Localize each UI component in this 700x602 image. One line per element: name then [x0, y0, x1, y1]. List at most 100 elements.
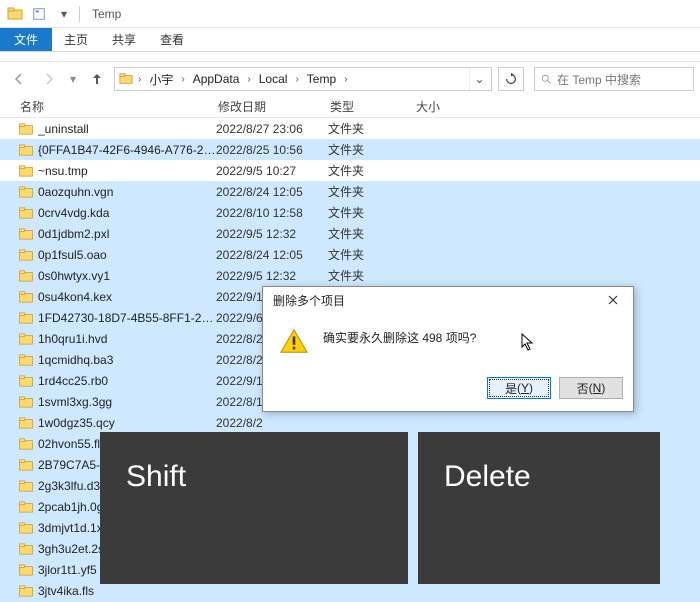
- key-overlay-delete: Delete: [418, 432, 660, 584]
- breadcrumb-seg-2[interactable]: Local›: [254, 68, 302, 90]
- table-row[interactable]: 0d1jdbm2.pxl2022/9/5 12:32文件夹: [0, 223, 700, 244]
- dialog-title: 删除多个项目: [273, 292, 345, 309]
- folder-icon: [18, 142, 34, 158]
- key-overlay-shift-label: Shift: [126, 460, 186, 494]
- file-date: 2022/8/27 23:06: [216, 122, 328, 136]
- folder-icon: [18, 499, 34, 515]
- search-placeholder: 在 Temp 中搜索: [557, 71, 641, 88]
- file-name: 1w0dgz35.qcy: [38, 416, 216, 430]
- file-type: 文件夹: [328, 267, 414, 284]
- search-box[interactable]: 在 Temp 中搜索: [534, 67, 694, 91]
- folder-icon: [18, 163, 34, 179]
- key-overlay-shift: Shift: [100, 432, 408, 584]
- nav-back-button[interactable]: [6, 66, 32, 92]
- file-date: 2022/8/10 12:58: [216, 206, 328, 220]
- address-bar[interactable]: › 小宇› AppData› Local› Temp› ⌄: [114, 67, 492, 91]
- ribbon-file-tab[interactable]: 文件: [0, 28, 52, 51]
- quick-access-toolbar: ▾: [28, 3, 75, 25]
- nav-recent-dropdown[interactable]: ▾: [66, 66, 80, 92]
- table-row[interactable]: ~nsu.tmp2022/9/5 10:27文件夹: [0, 160, 700, 181]
- dialog-yes-button[interactable]: 是(Y): [487, 377, 551, 399]
- ribbon-tab-share[interactable]: 共享: [100, 28, 148, 51]
- file-date: 2022/8/24 12:05: [216, 185, 328, 199]
- folder-icon: [18, 268, 34, 284]
- file-name: 0d1jdbm2.pxl: [38, 227, 216, 241]
- file-type: 文件夹: [328, 246, 414, 263]
- separator: [79, 6, 80, 22]
- folder-icon: [18, 205, 34, 221]
- table-row[interactable]: _uninstall2022/8/27 23:06文件夹: [0, 118, 700, 139]
- file-name: 1rd4cc25.rb0: [38, 374, 216, 388]
- file-date: 2022/8/2: [216, 416, 328, 430]
- qat-dropdown-icon[interactable]: ▾: [53, 3, 75, 25]
- address-folder-icon: [117, 72, 135, 86]
- file-type: 文件夹: [328, 120, 414, 137]
- folder-icon: [18, 373, 34, 389]
- folder-icon: [18, 562, 34, 578]
- folder-icon: [18, 394, 34, 410]
- file-name: 0s0hwtyx.vy1: [38, 269, 216, 283]
- folder-icon: [18, 541, 34, 557]
- table-row[interactable]: 1w0dgz35.qcy2022/8/2: [0, 412, 700, 433]
- file-name: {0FFA1B47-42F6-4946-A776-2CA55EC...: [38, 143, 216, 157]
- title-bar: ▾ Temp: [0, 0, 700, 28]
- file-type: 文件夹: [328, 204, 414, 221]
- table-row[interactable]: 0aozquhn.vgn2022/8/24 12:05文件夹: [0, 181, 700, 202]
- file-name: 0crv4vdg.kda: [38, 206, 216, 220]
- nav-forward-button[interactable]: [36, 66, 62, 92]
- folder-icon: [18, 436, 34, 452]
- breadcrumb-seg-0[interactable]: 小宇›: [144, 68, 187, 90]
- dialog-title-bar[interactable]: 删除多个项目: [263, 287, 633, 313]
- window-title: Temp: [92, 7, 121, 21]
- folder-icon: [18, 352, 34, 368]
- file-date: 2022/9/5 12:32: [216, 227, 328, 241]
- file-type: 文件夹: [328, 225, 414, 242]
- navigation-bar: ▾ › 小宇› AppData› Local› Temp› ⌄ 在 Temp 中…: [0, 62, 700, 96]
- dialog-message: 确实要永久删除这 498 项吗?: [323, 327, 476, 346]
- folder-icon: [18, 289, 34, 305]
- file-name: ~nsu.tmp: [38, 164, 216, 178]
- file-name: 3jtv4ika.fls: [38, 584, 216, 598]
- ribbon-tab-home[interactable]: 主页: [52, 28, 100, 51]
- breadcrumb-seg-1[interactable]: AppData›: [188, 68, 254, 90]
- folder-icon: [18, 226, 34, 242]
- file-name: 1qcmidhq.ba3: [38, 353, 216, 367]
- file-name: _uninstall: [38, 122, 216, 136]
- folder-icon: [18, 415, 34, 431]
- file-name: 1h0qru1i.hvd: [38, 332, 216, 346]
- table-row[interactable]: 0s0hwtyx.vy12022/9/5 12:32文件夹: [0, 265, 700, 286]
- search-icon: [539, 73, 553, 85]
- refresh-button[interactable]: [498, 67, 524, 91]
- ribbon-tabs: 文件 主页 共享 查看: [0, 28, 700, 52]
- dialog-close-button[interactable]: [599, 290, 627, 310]
- column-header-size[interactable]: 大小: [414, 98, 474, 115]
- file-date: 2022/9/5 12:32: [216, 269, 328, 283]
- table-row[interactable]: 0crv4vdg.kda2022/8/10 12:58文件夹: [0, 202, 700, 223]
- warning-icon: [279, 327, 309, 355]
- breadcrumb-root-chevron[interactable]: ›: [135, 68, 144, 90]
- table-row[interactable]: {0FFA1B47-42F6-4946-A776-2CA55EC...2022/…: [0, 139, 700, 160]
- key-overlay-delete-label: Delete: [444, 460, 531, 494]
- file-name: 0su4kon4.kex: [38, 290, 216, 304]
- dialog-no-button[interactable]: 否(N): [559, 377, 623, 399]
- file-name: 1svml3xg.3gg: [38, 395, 216, 409]
- breadcrumb-seg-3[interactable]: Temp›: [302, 68, 351, 90]
- folder-icon: [18, 583, 34, 599]
- file-date: 2022/8/24 12:05: [216, 248, 328, 262]
- column-header-date[interactable]: 修改日期: [216, 98, 328, 115]
- file-type: 文件夹: [328, 162, 414, 179]
- column-header-name[interactable]: 名称: [18, 98, 216, 115]
- folder-icon: [18, 184, 34, 200]
- ribbon-tab-view[interactable]: 查看: [148, 28, 196, 51]
- folder-icon: [18, 478, 34, 494]
- address-history-dropdown[interactable]: ⌄: [469, 68, 489, 90]
- qat-properties-icon[interactable]: [28, 3, 50, 25]
- file-type: 文件夹: [328, 183, 414, 200]
- table-row[interactable]: 0p1fsul5.oao2022/8/24 12:05文件夹: [0, 244, 700, 265]
- folder-icon: [18, 310, 34, 326]
- ribbon-collapsed-strip: [0, 52, 700, 62]
- file-type: 文件夹: [328, 141, 414, 158]
- delete-confirm-dialog: 删除多个项目 确实要永久删除这 498 项吗? 是(Y) 否(N): [262, 286, 634, 412]
- column-header-type[interactable]: 类型: [328, 98, 414, 115]
- nav-up-button[interactable]: [84, 66, 110, 92]
